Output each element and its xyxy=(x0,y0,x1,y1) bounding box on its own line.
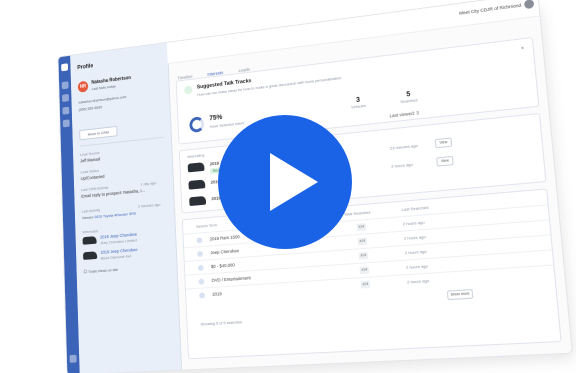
search-age: 2 hours ago xyxy=(404,248,428,256)
field-meta: 1 day ago xyxy=(140,180,157,187)
contact-phone[interactable]: (555) 555-5555 xyxy=(79,105,103,112)
last-activity-meta: 3 minutes ago xyxy=(137,201,161,209)
play-button[interactable] xyxy=(218,115,352,249)
field-label: Lead Status xyxy=(80,167,100,175)
search-count: x14 xyxy=(358,251,369,260)
field-label: Lead Source xyxy=(79,150,100,157)
car-thumbnail xyxy=(83,251,98,260)
vehicle-age: 23 minutes ago xyxy=(389,142,419,151)
search-count: x14 xyxy=(360,280,371,289)
view-button[interactable]: View xyxy=(434,137,453,149)
vehicle-age: 2 hours ago xyxy=(391,161,414,169)
move-to-crm-button[interactable]: Move to CRM xyxy=(79,125,118,141)
search-age: 2 hours ago xyxy=(403,234,426,241)
intent-percent: 75% xyxy=(209,114,223,123)
play-icon xyxy=(270,153,318,211)
stat-searches: 5 Searches xyxy=(388,89,430,106)
progress-ring xyxy=(189,116,205,133)
avatar: NR xyxy=(77,80,89,93)
interest-detail: Black Diamond 4x4 xyxy=(100,253,132,261)
searches-footer: Showing 5 of 5 searches xyxy=(200,319,243,327)
filter-icon xyxy=(198,278,205,285)
search-age: 2 hours ago xyxy=(405,263,429,270)
trade-checkbox[interactable]: ☐ Trade ideas on site xyxy=(84,267,119,275)
search-term: Jeep Cherokee xyxy=(210,248,240,256)
interests-label: Interested xyxy=(82,228,98,235)
search-count: x14 xyxy=(356,223,367,232)
activity-link[interactable]: 2020 Toyota 4Runner SR5 xyxy=(94,211,136,219)
checkbox-label: Trade ideas on site xyxy=(88,266,119,274)
lightbulb-icon xyxy=(184,85,193,95)
chart-icon[interactable] xyxy=(62,119,70,128)
stat-vehicles: 3 Vehicles xyxy=(338,95,379,111)
col-last-searched[interactable]: Last Searched xyxy=(401,205,428,212)
col-search-term: Search Term xyxy=(195,222,218,229)
contact-email[interactable]: natasha.robertson@yahoo.com xyxy=(78,94,126,104)
panel-title: Profile xyxy=(77,63,94,72)
close-icon[interactable]: × xyxy=(521,45,524,50)
profile-panel: Profile NR Natasha Robertson Last Note t… xyxy=(70,42,183,373)
search-icon xyxy=(196,237,203,244)
field-value: Up/Contacted xyxy=(80,173,105,181)
search-count: x14 xyxy=(357,237,368,246)
car-thumbnail xyxy=(188,179,206,190)
car-thumbnail xyxy=(187,162,205,173)
search-term: 2019 xyxy=(212,291,222,297)
search-term: 2019 Ram 1500 xyxy=(209,234,240,242)
last-viewed: Last viewed: 3 xyxy=(389,110,420,119)
home-icon[interactable] xyxy=(61,81,69,90)
search-term: DVD / Entertainment xyxy=(211,275,251,283)
video-thumbnail[interactable]: Profile NR Natasha Robertson Last Note t… xyxy=(0,0,576,373)
search-count: x14 xyxy=(359,266,370,275)
search-term: $0 - $40,000 xyxy=(210,262,235,270)
filter-icon xyxy=(197,264,204,271)
car-icon[interactable] xyxy=(62,106,70,115)
logo-icon xyxy=(61,63,69,72)
field-value: Jeff Manual xyxy=(80,156,101,164)
last-activity-label: Last Activity xyxy=(81,207,101,214)
car-thumbnail xyxy=(82,236,97,245)
account-icon[interactable] xyxy=(523,0,535,10)
col-total-searches[interactable]: Total Searches xyxy=(344,210,371,217)
search-age: 2 hours ago xyxy=(402,219,425,227)
vehicles-section-label: Interesting xyxy=(187,152,205,160)
car-thumbnail xyxy=(189,195,207,207)
activity-verb: Viewed xyxy=(81,214,94,221)
show-more-button[interactable]: Show more xyxy=(446,289,474,301)
dealer-name[interactable]: Meet City CDJR of Richmond xyxy=(459,3,521,16)
view-button[interactable]: View xyxy=(436,155,454,167)
people-icon[interactable] xyxy=(62,93,69,102)
search-icon xyxy=(197,250,204,258)
settings-icon[interactable] xyxy=(69,354,77,363)
calendar-icon xyxy=(199,292,205,299)
search-age: 2 hours ago xyxy=(406,277,430,285)
